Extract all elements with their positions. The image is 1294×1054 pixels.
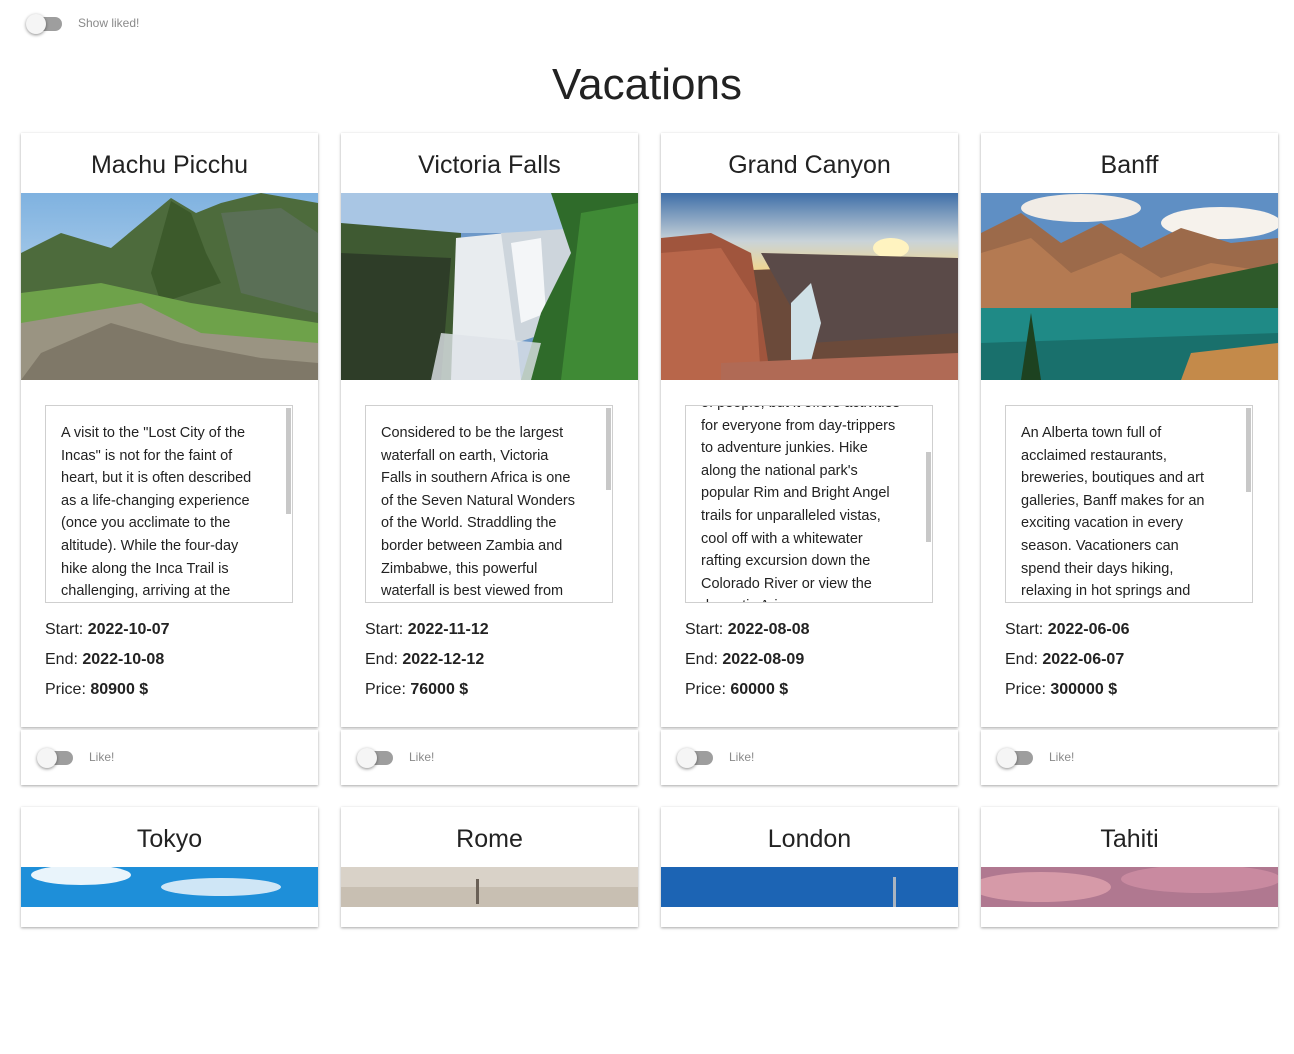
vacation-image (21, 867, 318, 1054)
description-box[interactable]: An Alberta town full of acclaimed restau… (1005, 405, 1253, 603)
show-liked-switch[interactable] (26, 13, 62, 34)
show-liked-label: Show liked! (78, 16, 140, 30)
vacation-title: Rome (456, 825, 523, 853)
price-value: 76000 $ (410, 681, 469, 698)
end-label: End: (1005, 651, 1038, 668)
start-label: Start: (45, 621, 84, 638)
price-value: 80900 $ (90, 681, 149, 698)
end-date: 2022-08-09 (722, 651, 805, 668)
price-label: Price: (1005, 681, 1046, 698)
switch-thumb (26, 14, 46, 34)
card-footer: Like! (981, 730, 1278, 785)
vacation-description: of people, but it offers activities for … (701, 406, 900, 602)
show-liked-toggle-row: Show liked! (26, 13, 140, 34)
like-label: Like! (1049, 750, 1075, 764)
vacation-description: Considered to be the largest waterfall o… (381, 425, 575, 600)
start-date: 2022-11-12 (407, 621, 489, 638)
like-label: Like! (409, 750, 435, 764)
description-scrollbar[interactable] (1246, 408, 1251, 492)
like-switch[interactable] (677, 747, 713, 768)
description-scrollbar[interactable] (606, 408, 611, 490)
card-footer: Like! (341, 730, 638, 785)
price-label: Price: (45, 681, 86, 698)
vacation-title: Victoria Falls (418, 151, 561, 179)
like-label: Like! (89, 750, 115, 764)
card-footer: Like! (661, 730, 958, 785)
price-value: 300000 $ (1050, 681, 1118, 698)
switch-thumb (357, 748, 377, 768)
vacation-card: London (661, 807, 958, 927)
vacation-image (981, 193, 1278, 380)
like-switch[interactable] (37, 747, 73, 768)
vacation-title: Machu Picchu (90, 151, 249, 179)
switch-thumb (997, 748, 1017, 768)
vacation-card: Tokyo (21, 807, 318, 927)
switch-thumb (677, 748, 697, 768)
start-date: 2022-08-08 (727, 621, 810, 638)
vacation-details: Start: 2022-11-12 End: 2022-12-12 Price:… (365, 615, 489, 705)
vacation-card: Victoria Falls Considered to be the larg… (341, 133, 638, 727)
vacation-image (981, 867, 1278, 1054)
vacation-card: Rome (341, 807, 638, 927)
like-toggle-row: Like! (37, 747, 115, 768)
vacation-image (341, 867, 638, 1054)
start-label: Start: (365, 621, 404, 638)
card-footer: Like! (21, 730, 318, 785)
vacation-title: Banff (1100, 151, 1159, 179)
vacation-image (661, 193, 958, 380)
end-label: End: (365, 651, 398, 668)
vacation-title: Grand Canyon (728, 151, 891, 179)
price-label: Price: (685, 681, 726, 698)
vacation-description: A visit to the "Lost City of the Incas" … (61, 425, 252, 600)
page-title: Vacations (552, 60, 742, 109)
vacation-title: Tahiti (1100, 825, 1159, 853)
end-label: End: (45, 651, 78, 668)
vacation-details: Start: 2022-06-06 End: 2022-06-07 Price:… (1005, 615, 1130, 705)
end-date: 2022-06-07 (1042, 651, 1125, 668)
vacation-card: Tahiti (981, 807, 1278, 927)
vacation-image (21, 193, 318, 380)
description-box[interactable]: of people, but it offers activities for … (685, 405, 933, 603)
end-label: End: (685, 651, 718, 668)
vacation-description: An Alberta town full of acclaimed restau… (1021, 425, 1205, 600)
vacation-title: London (767, 825, 852, 853)
description-scrollbar[interactable] (926, 452, 931, 542)
vacation-details: Start: 2022-10-07 End: 2022-10-08 Price:… (45, 615, 170, 705)
start-label: Start: (1005, 621, 1044, 638)
vacation-card: Banff An Alberta town full of acclaimed … (981, 133, 1278, 727)
switch-thumb (37, 748, 57, 768)
description-scrollbar[interactable] (286, 408, 291, 514)
price-value: 60000 $ (730, 681, 789, 698)
vacation-title: Tokyo (136, 825, 203, 853)
like-label: Like! (729, 750, 755, 764)
vacation-image (661, 867, 958, 1054)
vacation-card: Machu Picchu A visit to the "Lost City o… (21, 133, 318, 727)
start-date: 2022-06-06 (1047, 621, 1130, 638)
start-label: Start: (685, 621, 724, 638)
end-date: 2022-10-08 (82, 651, 165, 668)
like-switch[interactable] (357, 747, 393, 768)
like-toggle-row: Like! (997, 747, 1075, 768)
description-box[interactable]: Considered to be the largest waterfall o… (365, 405, 613, 603)
description-box[interactable]: A visit to the "Lost City of the Incas" … (45, 405, 293, 603)
start-date: 2022-10-07 (87, 621, 170, 638)
vacation-card: Grand Canyon of people, but it offers ac… (661, 133, 958, 727)
like-switch[interactable] (997, 747, 1033, 768)
like-toggle-row: Like! (357, 747, 435, 768)
like-toggle-row: Like! (677, 747, 755, 768)
vacation-details: Start: 2022-08-08 End: 2022-08-09 Price:… (685, 615, 810, 705)
price-label: Price: (365, 681, 406, 698)
end-date: 2022-12-12 (402, 651, 485, 668)
vacation-image (341, 193, 638, 380)
